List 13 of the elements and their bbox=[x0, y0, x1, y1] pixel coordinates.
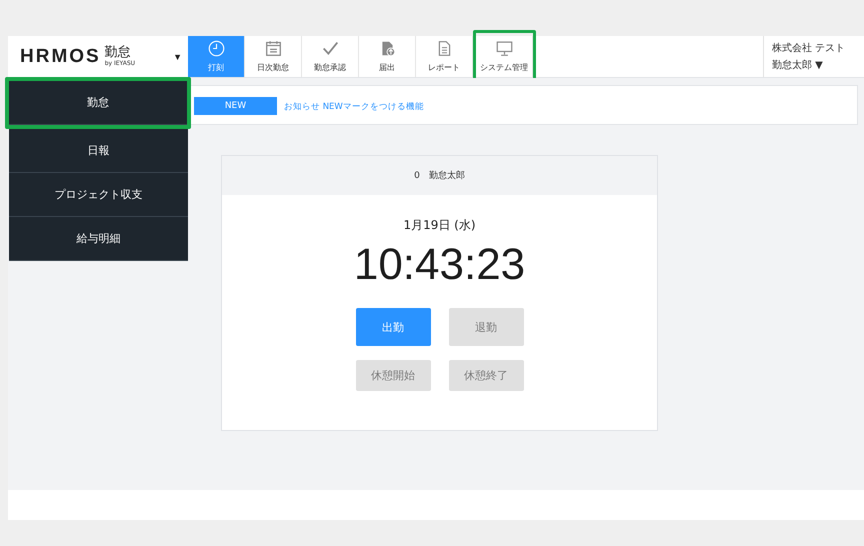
checkmark-icon bbox=[322, 40, 338, 57]
calendar-icon bbox=[264, 40, 282, 57]
new-badge: NEW bbox=[194, 97, 277, 115]
product-name: 勤怠 bbox=[104, 46, 132, 59]
clock-time: 10:43:23 bbox=[354, 240, 526, 290]
user-menu-button[interactable]: 勤怠太郎 ▼ bbox=[772, 58, 823, 72]
company-name: 株式会社 テスト bbox=[772, 42, 846, 55]
brand-logo: HRMOS bbox=[20, 46, 101, 68]
clock-icon bbox=[208, 40, 224, 57]
date-text: 1月19日 (水) bbox=[403, 217, 476, 234]
menu-toggle-caret[interactable]: ▼ bbox=[173, 52, 182, 62]
card-header: 0 勤怠太郎 bbox=[222, 156, 657, 195]
monitor-icon bbox=[496, 40, 512, 57]
